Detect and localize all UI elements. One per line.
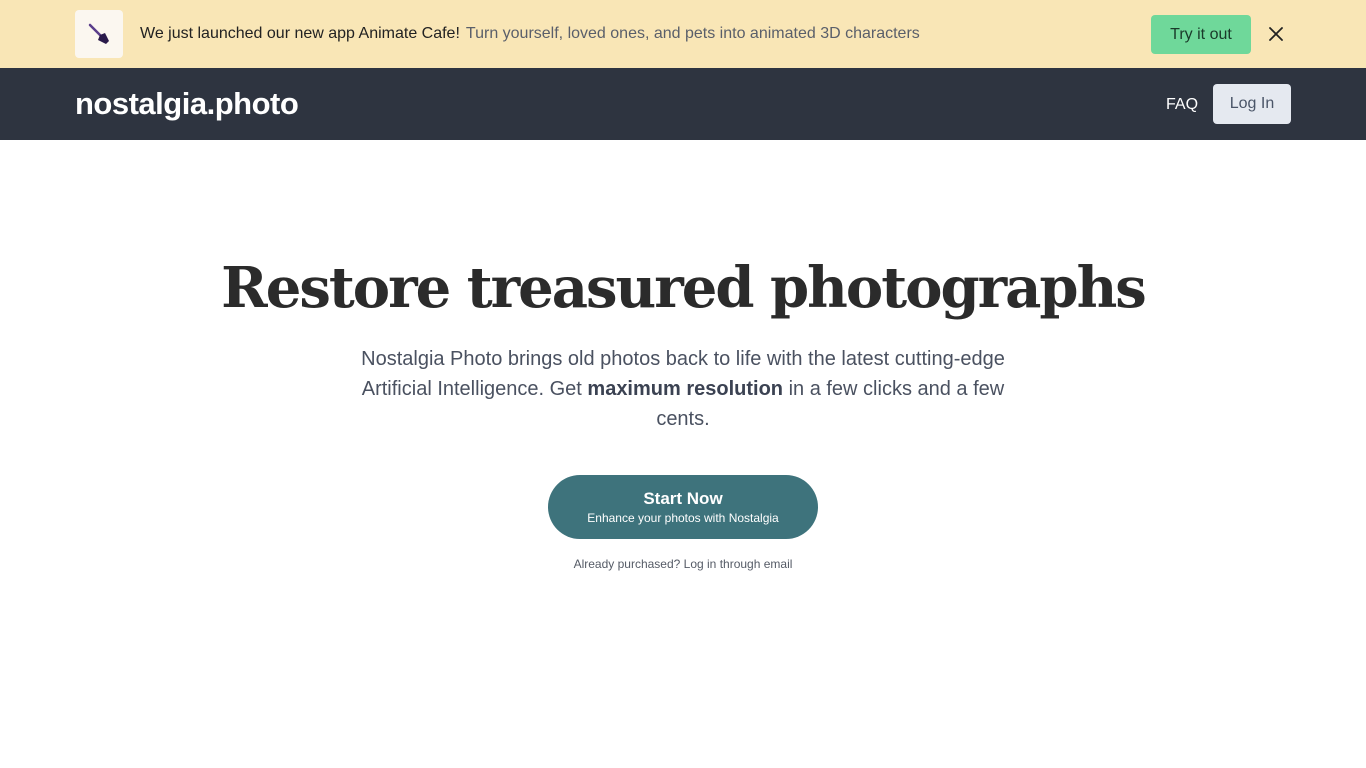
start-now-label: Start Now <box>643 488 723 508</box>
close-icon[interactable] <box>1264 22 1288 46</box>
email-login-link[interactable]: Already purchased? Log in through email <box>574 557 793 571</box>
email-login-row: Already purchased? Log in through email <box>0 556 1366 572</box>
hero-desc-emphasis: maximum resolution <box>587 378 784 400</box>
site-logo[interactable]: nostalgia.photo <box>75 84 299 124</box>
try-it-out-button[interactable]: Try it out <box>1151 15 1251 54</box>
start-now-sublabel: Enhance your photos with Nostalgia <box>587 510 779 525</box>
announcement-banner: We just launched our new app Animate Caf… <box>0 0 1366 68</box>
banner-message: We just launched our new app Animate Caf… <box>140 24 920 44</box>
login-button[interactable]: Log In <box>1213 84 1291 124</box>
start-now-button[interactable]: Start Now Enhance your photos with Nosta… <box>548 475 818 539</box>
hero-title: Restore treasured photographs <box>221 255 1147 321</box>
hero-description: Nostalgia Photo brings old photos back t… <box>343 344 1023 434</box>
paintbrush-icon <box>75 10 123 58</box>
banner-headline: We just launched our new app Animate Caf… <box>140 25 460 42</box>
banner-subtext: Turn yourself, loved ones, and pets into… <box>465 25 920 42</box>
faq-link[interactable]: FAQ <box>1166 95 1198 115</box>
